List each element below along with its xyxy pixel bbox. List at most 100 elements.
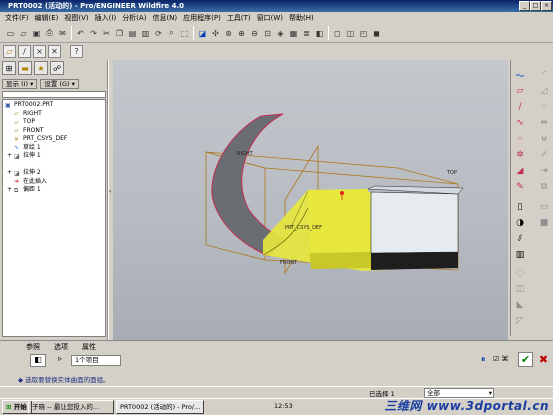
tree-node[interactable]: + ◪ 拉伸 2 — [4, 169, 104, 178]
quilt-collector[interactable]: 1个项目 — [71, 355, 121, 366]
hole-tool-icon[interactable]: ◌ — [513, 266, 527, 280]
datum-point-tool-icon[interactable]: ⁘ — [513, 132, 527, 146]
datum-plane-display-icon[interactable]: ▱ — [3, 45, 16, 58]
repaint-icon[interactable]: ◪ — [197, 28, 208, 39]
datum-axis-display-icon[interactable]: / — [18, 45, 31, 58]
extend-tool-icon[interactable]: ⇥ — [537, 164, 551, 178]
accept-button[interactable]: ✔ — [518, 352, 533, 367]
selected-block-side[interactable] — [310, 252, 371, 269]
view-manager-icon[interactable]: ◧ — [314, 28, 325, 39]
send-icon[interactable]: ✉ — [57, 28, 68, 39]
pattern-tool-icon[interactable]: ⁙ — [537, 100, 551, 114]
undo-icon[interactable]: ↶ — [75, 28, 86, 39]
menu-view[interactable]: 视图(V) — [61, 12, 91, 24]
merge-tool-icon[interactable]: ⊎ — [537, 132, 551, 146]
menu-insert[interactable]: 插入(I) — [92, 12, 120, 24]
close-button[interactable]: × — [541, 1, 552, 11]
datum-curve-tool-icon[interactable]: ∿ — [513, 116, 527, 130]
tree-node[interactable]: ✕ PRT_CSYS_DEF — [4, 135, 104, 144]
redo-icon[interactable]: ↷ — [88, 28, 99, 39]
tree-node[interactable]: ▣ PRT0002.PRT — [4, 101, 104, 110]
datum-point-display-icon[interactable]: × — [33, 45, 46, 58]
paste-special-icon[interactable]: ▥ — [140, 28, 151, 39]
tree-node[interactable]: ▱ FRONT — [4, 127, 104, 136]
expand-toggle-icon[interactable]: + — [7, 152, 14, 161]
reorient-icon[interactable]: ◈ — [275, 28, 286, 39]
selection-filter-dropdown[interactable]: 全部 ▾ — [424, 388, 494, 398]
properties-tab[interactable]: 属性 — [82, 342, 96, 352]
tree-node[interactable]: ▱ TOP — [4, 118, 104, 127]
tree-node[interactable] — [4, 161, 104, 170]
connections-tab-icon[interactable]: ☍ — [50, 61, 64, 75]
zoom-out-icon[interactable]: ⊖ — [249, 28, 260, 39]
tree-node[interactable]: + ⧉ 偏距 1 — [4, 186, 104, 195]
refit-icon[interactable]: ⊡ — [262, 28, 273, 39]
save-icon[interactable]: ▣ — [31, 28, 42, 39]
solidify-tool-icon[interactable]: ■ — [537, 216, 551, 230]
sketch-tool-icon[interactable]: 〜 — [513, 68, 527, 82]
selected-block-front[interactable] — [308, 189, 371, 253]
rib-tool-icon[interactable]: ◣ — [513, 298, 527, 312]
taskbar-item-proe[interactable]: PRT0002 (活动的) - Pro/... — [116, 400, 204, 414]
references-tab[interactable]: 参照 — [26, 342, 40, 352]
shell-tool-icon[interactable]: ◫ — [513, 282, 527, 296]
menu-edit[interactable]: 编辑(E) — [32, 12, 62, 24]
menu-applications[interactable]: 应用程序(P) — [180, 12, 224, 24]
tree-node[interactable]: + ◪ 拉伸 1 — [4, 152, 104, 161]
favorites-tab-icon[interactable]: ★ — [34, 61, 48, 75]
menu-help[interactable]: 帮助(H) — [286, 12, 317, 24]
model-view[interactable]: RIGHT TOP FRONT PRT_CSYS_DEF — [113, 60, 508, 340]
boundary-blend-icon[interactable]: ▥ — [513, 248, 527, 262]
draft-tool-icon[interactable]: ◸ — [513, 314, 527, 328]
offset-tool-icon[interactable]: ⧉ — [537, 180, 551, 194]
hidden-line-icon[interactable]: ◫ — [345, 28, 356, 39]
orient-mode-icon[interactable]: ⊛ — [223, 28, 234, 39]
no-hidden-icon[interactable]: ◰ — [358, 28, 369, 39]
saved-views-icon[interactable]: ▦ — [288, 28, 299, 39]
csys-tool-icon[interactable]: ✲ — [513, 148, 527, 162]
show-button[interactable]: 显示 (I) ▾ — [2, 79, 38, 89]
datum-axis-tool-icon[interactable]: / — [513, 100, 527, 114]
tree-node[interactable]: ▱ RIGHT — [4, 110, 104, 119]
expand-toggle-icon[interactable]: + — [7, 169, 14, 178]
selection-box-icon[interactable]: ⬚ — [179, 28, 190, 39]
datum-plane-tool-icon[interactable]: ▱ — [513, 84, 527, 98]
taskbar-item-browser[interactable]: 子晓 -- 最让您投入的... — [28, 400, 114, 414]
graphics-window[interactable]: RIGHT TOP FRONT PRT_CSYS_DEF — [113, 60, 508, 340]
regenerate-icon[interactable]: ⟳ — [153, 28, 164, 39]
cut-icon[interactable]: ✂ — [101, 28, 112, 39]
menu-file[interactable]: 文件(F) — [2, 12, 32, 24]
pause-icon[interactable]: ⏸ — [481, 355, 486, 365]
zoom-in-icon[interactable]: ⊕ — [236, 28, 247, 39]
tree-node[interactable]: ➜ 在此插入 — [4, 178, 104, 187]
extrude-box-bottom[interactable] — [371, 252, 458, 270]
preview-checkbox[interactable]: ☑ ⌘ — [493, 355, 509, 363]
minimize-button[interactable]: _ — [519, 1, 530, 11]
menu-info[interactable]: 信息(N) — [149, 12, 180, 24]
find-icon[interactable]: ⌕ — [166, 28, 177, 39]
copy-icon[interactable]: ❐ — [114, 28, 125, 39]
variable-sweep-icon[interactable]: ⫽ — [513, 232, 527, 246]
analysis-tool-icon[interactable]: ◢ — [513, 164, 527, 178]
paste-icon[interactable]: ▤ — [127, 28, 138, 39]
feature-type-dropdown[interactable]: ◧ — [30, 354, 46, 367]
chamfer-tool-icon[interactable]: ◿ — [537, 84, 551, 98]
cancel-button[interactable]: ✖ — [537, 352, 550, 367]
menu-window[interactable]: 窗口(W) — [254, 12, 286, 24]
shading-icon[interactable]: ◼ — [371, 28, 382, 39]
layers-icon[interactable]: ≣ — [301, 28, 312, 39]
menu-tools[interactable]: 工具(T) — [224, 12, 254, 24]
thicken-tool-icon[interactable]: ▭ — [537, 200, 551, 214]
options-tab[interactable]: 选项 — [54, 342, 68, 352]
tree-node[interactable]: ∿ 草绘 1 — [4, 144, 104, 153]
new-icon[interactable]: ▭ — [5, 28, 16, 39]
print-icon[interactable]: ⎙ — [44, 28, 55, 39]
round-tool-icon[interactable]: ◜ — [537, 68, 551, 82]
extrude-tool-icon[interactable]: ▯ — [513, 200, 527, 214]
open-icon[interactable]: ▱ — [18, 28, 29, 39]
folder-browser-tab-icon[interactable]: ▬ — [18, 61, 32, 75]
mirror-tool-icon[interactable]: ⇹ — [537, 116, 551, 130]
expand-toggle-icon[interactable]: + — [7, 186, 14, 195]
csys-display-icon[interactable]: ✕ — [48, 45, 61, 58]
spin-center-icon[interactable]: ✣ — [210, 28, 221, 39]
